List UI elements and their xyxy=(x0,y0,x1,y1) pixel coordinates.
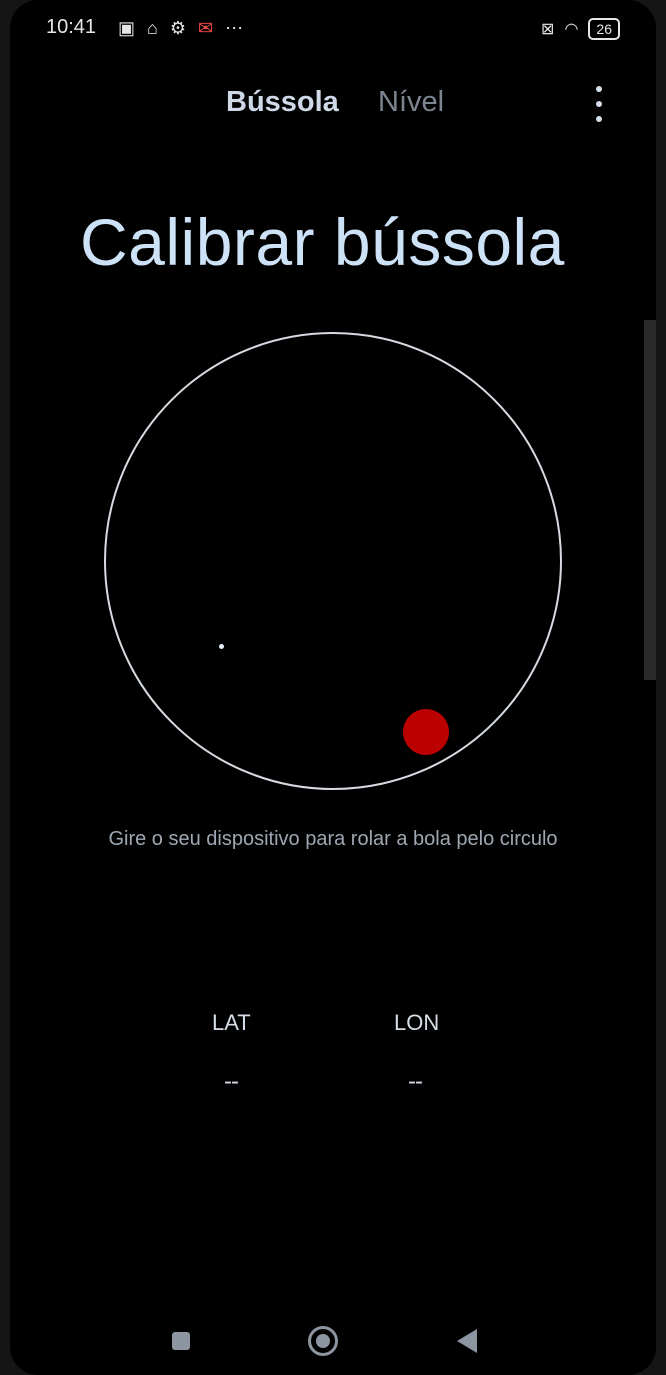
more-notifications-icon: ⋯ xyxy=(225,18,244,38)
calibration-circle xyxy=(104,332,562,790)
status-time: 10:41 xyxy=(46,16,97,38)
home-button[interactable] xyxy=(300,1318,346,1364)
menu-dot-icon xyxy=(596,101,602,107)
gear-icon: ⚙ xyxy=(169,18,187,38)
no-sim-icon: ⊠ xyxy=(541,21,555,38)
latitude-label: LAT xyxy=(212,1010,251,1035)
menu-dot-icon xyxy=(596,86,602,92)
recent-apps-icon xyxy=(172,1332,190,1350)
back-button[interactable] xyxy=(444,1318,490,1364)
battery-level: 26 xyxy=(596,21,612,37)
tab-level[interactable]: Nível xyxy=(378,86,444,119)
status-right: ⊠ ◠ 26 xyxy=(541,18,620,40)
tab-compass[interactable]: Bússola xyxy=(226,86,339,119)
battery-icon: 26 xyxy=(588,18,620,40)
longitude-label: LON xyxy=(394,1010,440,1035)
home-icon xyxy=(308,1326,338,1356)
nfc-icon: ▣ xyxy=(118,18,136,38)
sim-icon: ⌂ xyxy=(147,18,158,38)
more-menu-button[interactable] xyxy=(586,86,612,122)
mail-icon: ✉ xyxy=(198,18,214,38)
longitude-value: -- xyxy=(408,1068,423,1095)
target-dot xyxy=(219,644,224,649)
latitude-value: -- xyxy=(224,1068,239,1095)
back-icon xyxy=(457,1329,477,1353)
calibration-ball xyxy=(403,709,449,755)
page-title: Calibrar bússola xyxy=(80,205,565,279)
wifi-icon: ◠ xyxy=(564,21,579,38)
menu-dot-icon xyxy=(596,116,602,122)
instruction-text: Gire o seu dispositivo para rolar a bola… xyxy=(108,828,558,850)
recent-apps-button[interactable] xyxy=(158,1318,204,1364)
notification-icons: ▣ ⌂ ⚙ ✉ ⋯ xyxy=(118,18,243,39)
device-edge xyxy=(644,320,656,680)
phone-screen: 10:41 ▣ ⌂ ⚙ ✉ ⋯ ⊠ ◠ 26 Bússola Nível Cal… xyxy=(10,0,656,1375)
